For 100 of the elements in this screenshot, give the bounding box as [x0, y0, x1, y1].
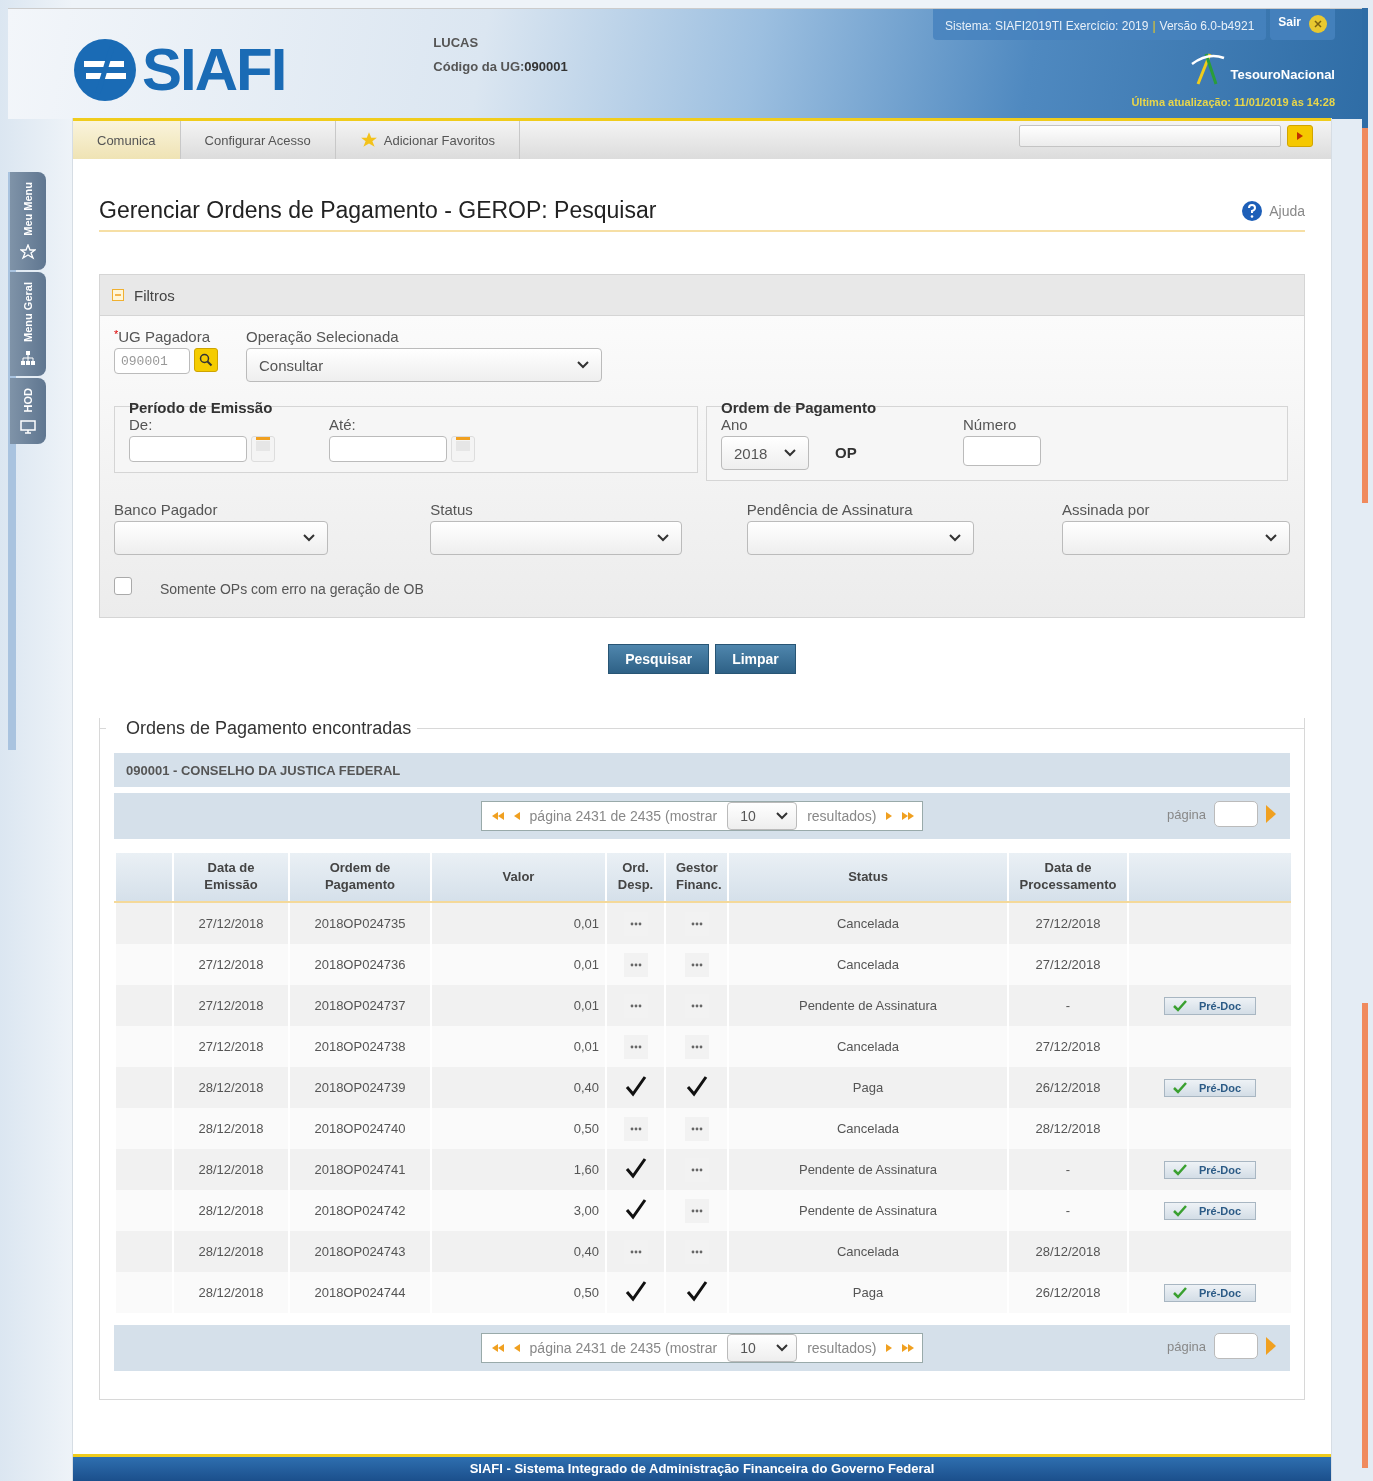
menu-search-field[interactable]	[1019, 125, 1281, 147]
go-button[interactable]	[1287, 125, 1313, 147]
help-link[interactable]: Ajuda	[1241, 199, 1305, 222]
chevron-down-icon	[657, 534, 670, 542]
dots-icon	[623, 1116, 648, 1141]
panel-title: Filtros	[134, 286, 175, 304]
table-cell: Paga	[728, 1272, 1008, 1313]
dots-icon	[623, 952, 648, 977]
menu-tab[interactable]: Comunica	[73, 121, 181, 159]
checkmark-icon	[1172, 999, 1187, 1012]
group-header: 090001 - CONSELHO DA JUSTICA FEDERAL	[114, 753, 1290, 787]
first-page-icon[interactable]	[491, 812, 504, 820]
checkmark-icon	[685, 1280, 708, 1302]
user-name: LUCAS	[433, 35, 480, 50]
page-size-select[interactable]: 10	[727, 1334, 798, 1362]
logout-button[interactable]: Sair	[1270, 9, 1335, 40]
page-input[interactable]	[1214, 1333, 1258, 1359]
dropdown-select[interactable]	[1062, 521, 1290, 555]
pagination-text: resultados)	[807, 808, 877, 824]
date-field[interactable]	[129, 436, 247, 462]
table-cell: 0,50	[431, 1272, 606, 1313]
last-update-text: Última atualização: 11/01/2019 às 14:28	[1131, 96, 1335, 108]
go-arrow-icon[interactable]	[1266, 1337, 1276, 1355]
dropdown-select[interactable]	[430, 521, 683, 555]
checkmark-icon	[1172, 1163, 1187, 1176]
go-arrow-icon[interactable]	[1266, 805, 1276, 823]
dots-icon	[684, 1116, 709, 1141]
chevron-down-icon	[776, 812, 789, 820]
field-label: Assinada por	[1062, 501, 1151, 518]
ug-code-text: Código da UG:090001	[433, 59, 568, 74]
field-label: Número	[963, 416, 1018, 433]
help-icon	[1241, 199, 1264, 222]
calendar-icon[interactable]	[251, 436, 275, 462]
date-field[interactable]	[329, 436, 447, 462]
dropdown-select[interactable]	[114, 521, 328, 555]
checkmark-icon	[624, 1280, 647, 1302]
table-cell: 2018OP024744	[289, 1272, 431, 1313]
pagination-text: página 2431 de 2435 (mostrar	[529, 1340, 718, 1356]
sitemap-icon	[20, 349, 36, 366]
field-label: Ano	[721, 416, 749, 433]
field-label: Pendência de Assinatura	[746, 501, 914, 518]
dots-icon	[684, 1198, 709, 1223]
page-label: página	[1166, 806, 1206, 822]
chevron-down-icon	[784, 449, 796, 457]
previous-page-icon[interactable]	[513, 812, 520, 820]
side-tab[interactable]: HOD	[10, 377, 46, 445]
next-page-icon[interactable]	[886, 1344, 893, 1352]
side-tab[interactable]: Meu Menu	[10, 172, 46, 270]
chevron-down-icon	[1265, 534, 1277, 542]
checkbox-label: Somente OPs com erro na geração de OB	[160, 581, 424, 597]
field-label: Status	[430, 501, 474, 518]
collapse-icon[interactable]	[112, 289, 124, 301]
checkmark-icon	[624, 1075, 647, 1097]
checkmark-icon	[1172, 1286, 1187, 1299]
checkmark-icon	[624, 1198, 647, 1220]
operation-select[interactable]: Consultar	[246, 348, 602, 382]
pre-doc-button[interactable]: Pré-Doc	[1163, 1201, 1257, 1220]
calendar-icon[interactable]	[451, 436, 475, 462]
field-label: De:	[129, 416, 154, 433]
field-label: Operação Selecionada	[246, 328, 400, 345]
previous-page-icon[interactable]	[513, 1344, 520, 1352]
dots-icon	[623, 1034, 648, 1059]
system-info-bar: Sistema: SIAFI2019TI Exercício: 2019 | Versão 6.0-b4921	[933, 9, 1267, 40]
pre-doc-button[interactable]: Pré-Doc	[1163, 1078, 1257, 1097]
clear-button[interactable]: Limpar	[715, 644, 796, 674]
search-button[interactable]: Pesquisar	[608, 644, 710, 674]
monitor-icon	[20, 420, 36, 435]
column-header: Gestor Financ.	[665, 853, 728, 902]
pagination-text: resultados)	[807, 1340, 877, 1356]
year-select[interactable]: 2018	[721, 436, 809, 470]
menu-tab[interactable]: Configurar Acesso	[180, 121, 336, 159]
pre-doc-button[interactable]: Pré-Doc	[1163, 996, 1257, 1015]
side-tab[interactable]: Menu Geral	[10, 271, 46, 376]
chevron-down-icon	[303, 534, 315, 542]
dots-icon	[684, 952, 709, 977]
ug-field[interactable]: 090001	[114, 348, 190, 374]
dropdown-select[interactable]	[746, 521, 974, 555]
column-header: Data de Processamento	[1008, 853, 1128, 902]
pre-doc-button[interactable]: Pré-Doc	[1163, 1283, 1257, 1302]
close-icon	[1309, 15, 1327, 33]
page-input[interactable]	[1214, 801, 1258, 827]
menu-tab[interactable]: Adicionar Favoritos	[335, 121, 521, 159]
column-header: Ord. Desp.	[606, 853, 665, 902]
last-page-icon[interactable]	[902, 1344, 915, 1352]
page-size-select[interactable]: 10	[727, 802, 798, 830]
column-header: Data de Emissão	[173, 853, 289, 902]
logo-text: SIAFI	[142, 40, 286, 100]
search-button[interactable]	[194, 348, 218, 372]
checkbox[interactable]	[114, 577, 132, 595]
required-mark: *	[114, 328, 119, 340]
pre-doc-button[interactable]: Pré-Doc	[1163, 1160, 1257, 1179]
field-label: Até:	[329, 416, 357, 433]
number-field[interactable]	[963, 436, 1041, 466]
last-page-icon[interactable]	[902, 812, 915, 820]
next-page-icon[interactable]	[886, 812, 893, 820]
first-page-icon[interactable]	[491, 1344, 504, 1352]
column-header: Status	[728, 853, 1008, 902]
column-header: Ordem de Pagamento	[289, 853, 431, 902]
chevron-down-icon	[776, 1344, 789, 1352]
chevron-down-icon	[577, 361, 589, 369]
